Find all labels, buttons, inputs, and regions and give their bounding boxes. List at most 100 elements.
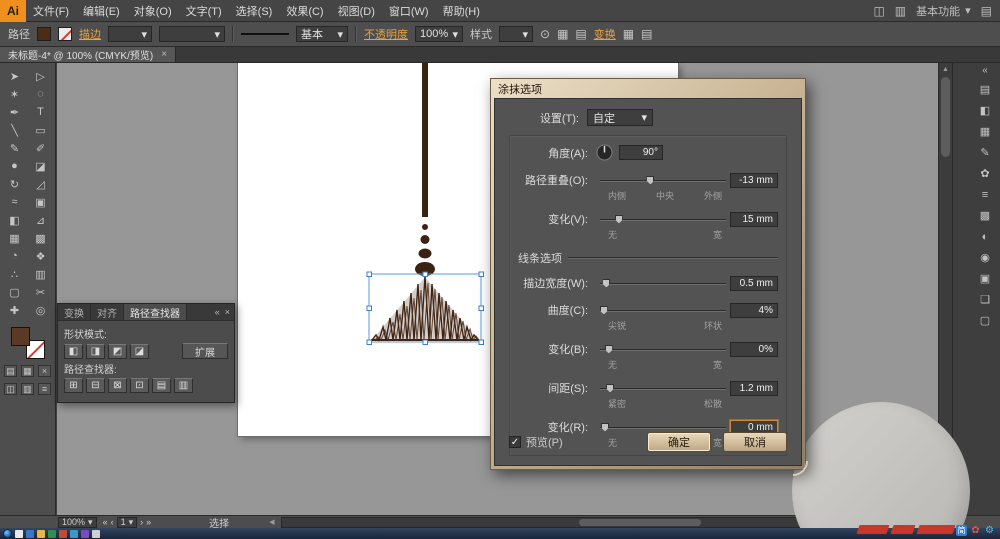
trim-button[interactable]: ⊟ — [86, 378, 105, 393]
menu-item[interactable]: 效果(C) — [279, 0, 330, 22]
gradient-button[interactable]: ▦ — [21, 365, 34, 377]
gradient-tool[interactable]: ▩ — [28, 229, 54, 247]
close-icon[interactable]: × — [225, 307, 230, 317]
pen-tool[interactable]: ✒ — [2, 103, 28, 121]
stroke-width-value[interactable]: 0.5 mm — [730, 275, 778, 291]
spacing-slider[interactable] — [600, 382, 726, 395]
magic-wand-tool[interactable]: ✶ — [2, 85, 28, 103]
blend-tool[interactable]: ❖ — [28, 247, 54, 265]
menu-item[interactable]: 编辑(E) — [76, 0, 127, 22]
minus-back-button[interactable]: ▥ — [174, 378, 193, 393]
hand-tool[interactable]: ✚ — [2, 301, 28, 319]
selection-tool[interactable]: ➤ — [2, 67, 28, 85]
normal-screen-mode-button[interactable]: ◫ — [4, 383, 17, 395]
expand-button[interactable]: 扩展 — [182, 343, 228, 359]
workspace-switcher[interactable]: 基本功能 ▾ — [916, 3, 971, 19]
artboard-tool[interactable]: ▢ — [2, 283, 28, 301]
broom-dot[interactable] — [418, 248, 432, 259]
next-artboard-icon[interactable]: › — [140, 517, 143, 527]
document-tab[interactable]: 未标题-4* @ 100% (CMYK/预览) × — [0, 47, 177, 62]
variation-v-slider[interactable] — [600, 213, 726, 226]
broom-dot[interactable] — [420, 235, 430, 244]
menu-item[interactable]: 对象(O) — [127, 0, 179, 22]
prev-artboard-icon[interactable]: ‹ — [111, 517, 114, 527]
graphic-styles-panel-icon[interactable]: ▣ — [975, 269, 995, 288]
perspective-grid-tool[interactable]: ⊿ — [28, 211, 54, 229]
menu-item[interactable]: 文字(T) — [179, 0, 229, 22]
variation-b-slider[interactable] — [600, 343, 726, 356]
opacity-select[interactable]: 100% ▾ — [415, 26, 463, 42]
artboards-panel-icon[interactable]: ▢ — [975, 311, 995, 330]
document-setup-icon[interactable]: ▦ — [557, 27, 568, 41]
style-select[interactable]: ▾ — [499, 26, 533, 42]
expand-panels-icon[interactable]: « — [982, 65, 988, 79]
none-button[interactable]: × — [38, 365, 51, 377]
intersect-button[interactable]: ◩ — [108, 343, 127, 359]
bridge-icon[interactable]: ◫ — [873, 4, 884, 18]
spacing-value[interactable]: 1.2 mm — [730, 380, 778, 396]
taskbar-app-icon[interactable] — [15, 529, 23, 538]
stroke-weight-select[interactable]: ▾ — [108, 26, 152, 42]
scale-tool[interactable]: ◿ — [28, 175, 54, 193]
taskbar-app-icon[interactable] — [37, 529, 45, 538]
crop-button[interactable]: ⊡ — [130, 378, 149, 393]
preferences-icon[interactable]: ▤ — [575, 27, 586, 41]
width-tool[interactable]: ≈ — [2, 193, 28, 211]
taskbar-app-icon[interactable] — [26, 529, 34, 538]
stroke-panel-icon[interactable]: ≡ — [975, 185, 995, 204]
blob-brush-tool[interactable]: ● — [2, 157, 28, 175]
line-segment-tool[interactable]: ╲ — [2, 121, 28, 139]
eyedropper-tool[interactable]: ◔ — [2, 247, 28, 265]
cancel-button[interactable]: 取消 — [723, 432, 787, 452]
broom-stick[interactable] — [422, 63, 428, 217]
broom-dot[interactable] — [422, 224, 428, 230]
menu-item[interactable]: 文件(F) — [26, 0, 76, 22]
type-tool[interactable]: T — [28, 103, 54, 121]
distribute-icons[interactable]: ▤ — [641, 27, 652, 41]
zoom-select[interactable]: 100% ▾ — [58, 516, 97, 528]
symbol-sprayer-tool[interactable]: ∴ — [2, 265, 28, 283]
stroke-panel-link[interactable]: 描边 — [79, 26, 101, 42]
settings-select[interactable]: 自定 ▾ — [587, 109, 653, 126]
scroll-up-icon[interactable]: ▲ — [939, 63, 952, 75]
transform-panel-link[interactable]: 变换 — [594, 26, 616, 42]
stroke-none-swatch[interactable] — [58, 27, 72, 41]
slider-thumb[interactable] — [602, 278, 611, 288]
color-guide-panel-icon[interactable]: ◧ — [975, 101, 995, 120]
divide-button[interactable]: ⊞ — [64, 378, 83, 393]
curviness-value[interactable]: 4% — [730, 302, 778, 318]
brush-definition-select[interactable]: 基本 ▾ — [296, 26, 348, 42]
lasso-tool[interactable]: ◌ — [28, 85, 54, 103]
unite-button[interactable]: ◧ — [64, 343, 83, 359]
transparency-panel-icon[interactable]: ◐ — [975, 227, 995, 246]
slider-thumb[interactable] — [646, 175, 655, 185]
resize-grip[interactable] — [791, 459, 809, 477]
slider-thumb[interactable] — [604, 344, 613, 354]
stroke-width-slider[interactable] — [600, 277, 726, 290]
start-button[interactable] — [3, 529, 12, 538]
full-screen-mode-button[interactable]: ≡ — [38, 383, 51, 395]
close-icon[interactable]: × — [161, 49, 167, 60]
zoom-tool[interactable]: ◎ — [28, 301, 54, 319]
slider-thumb[interactable] — [601, 422, 610, 432]
tab-align[interactable]: 对齐 — [91, 304, 124, 320]
fill-color-swatch[interactable] — [10, 327, 30, 346]
rectangle-tool[interactable]: ▭ — [28, 121, 54, 139]
gear-icon[interactable]: ⚙ — [984, 525, 995, 536]
dialog-title[interactable]: 涂抹选项 — [494, 81, 802, 97]
arrange-documents-icon[interactable]: ▥ — [895, 4, 906, 18]
opacity-panel-link[interactable]: 不透明度 — [364, 26, 408, 42]
path-overlap-value[interactable]: -13 mm — [730, 172, 778, 188]
shape-builder-tool[interactable]: ◧ — [2, 211, 28, 229]
layers-panel-icon[interactable]: ❏ — [975, 290, 995, 309]
minus-front-button[interactable]: ◨ — [86, 343, 105, 359]
free-transform-tool[interactable]: ▣ — [28, 193, 54, 211]
first-artboard-icon[interactable]: « — [103, 517, 108, 527]
taskbar-app-icon[interactable] — [59, 529, 67, 538]
menu-item[interactable]: 窗口(W) — [382, 0, 436, 22]
ok-button[interactable]: 确定 — [647, 432, 711, 452]
slider-thumb[interactable] — [599, 305, 608, 315]
direct-selection-tool[interactable]: ▷ — [28, 67, 54, 85]
artboard-number-select[interactable]: 1 ▾ — [116, 516, 138, 528]
path-overlap-slider[interactable] — [600, 174, 726, 187]
